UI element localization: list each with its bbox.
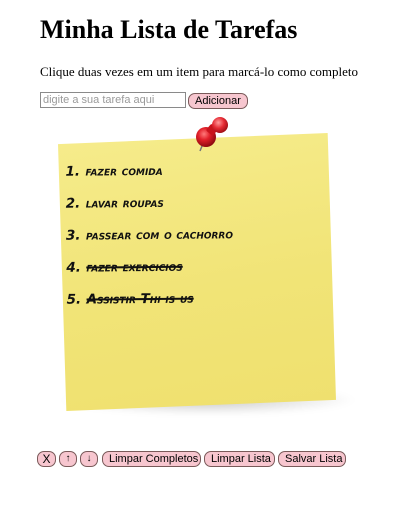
task-text: Assistir Thi is us xyxy=(86,290,194,308)
task-number: 5. xyxy=(66,291,82,308)
save-list-button[interactable]: Salvar Lista xyxy=(278,451,346,467)
move-up-button[interactable]: ↑ xyxy=(59,451,77,467)
task-text: fazer comida xyxy=(85,162,163,180)
delete-task-button[interactable]: X xyxy=(37,451,56,467)
push-pin-icon xyxy=(196,117,228,152)
task-item[interactable]: 2. lavar roupas xyxy=(66,186,233,219)
task-item[interactable]: 3. passear com o cachorro xyxy=(66,218,233,251)
instructions-text: Clique duas vezes em um item para marcá-… xyxy=(40,64,359,79)
page-title: Minha Lista de Tarefas xyxy=(40,15,298,44)
task-item[interactable]: 4. fazer exercicios xyxy=(66,250,233,283)
task-item[interactable]: 5. Assistir Thi is us xyxy=(66,282,233,315)
move-down-button[interactable]: ↓ xyxy=(80,451,98,467)
task-input[interactable] xyxy=(40,92,186,108)
task-text: lavar roupas xyxy=(85,194,164,212)
clear-completed-button[interactable]: Limpar Completos xyxy=(102,451,201,467)
task-number: 1. xyxy=(65,163,81,180)
clear-list-button[interactable]: Limpar Lista xyxy=(204,451,275,467)
task-number: 3. xyxy=(65,227,81,244)
add-button[interactable]: Adicionar xyxy=(188,93,248,109)
task-item[interactable]: 1. fazer comida xyxy=(65,154,232,187)
sticky-note-area: 1. fazer comida 2. lavar roupas 3. passear co… xyxy=(36,115,366,440)
task-text: passear com o cachorro xyxy=(85,226,234,244)
task-number: 2. xyxy=(65,195,81,212)
task-number: 4. xyxy=(66,259,81,276)
task-text: fazer exercicios xyxy=(86,258,183,276)
task-list: 1. fazer comida 2. lavar roupas 3. passear co… xyxy=(65,154,233,315)
